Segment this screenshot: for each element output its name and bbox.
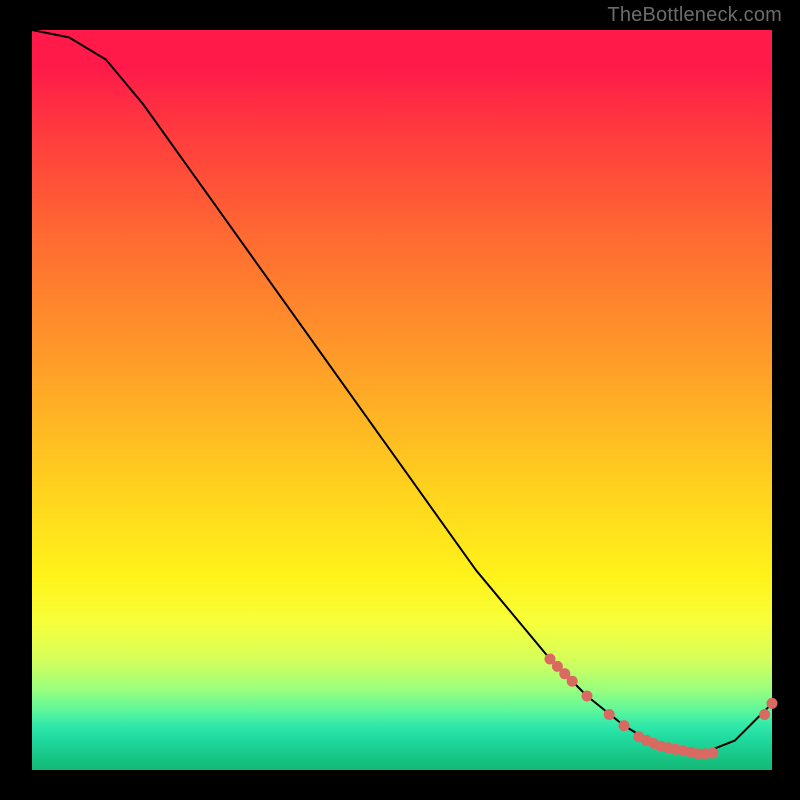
highlight-dot [567,676,578,687]
highlight-dot [582,691,593,702]
highlight-dot [707,748,718,759]
bottleneck-curve [32,30,772,755]
highlight-dot [759,709,770,720]
curve-svg [32,30,772,770]
highlight-dots [545,654,778,760]
plot-area [32,30,772,770]
highlight-dot [619,720,630,731]
watermark-text: TheBottleneck.com [607,4,782,27]
chart-frame: TheBottleneck.com [0,0,800,800]
highlight-dot [767,698,778,709]
highlight-dot [604,709,615,720]
